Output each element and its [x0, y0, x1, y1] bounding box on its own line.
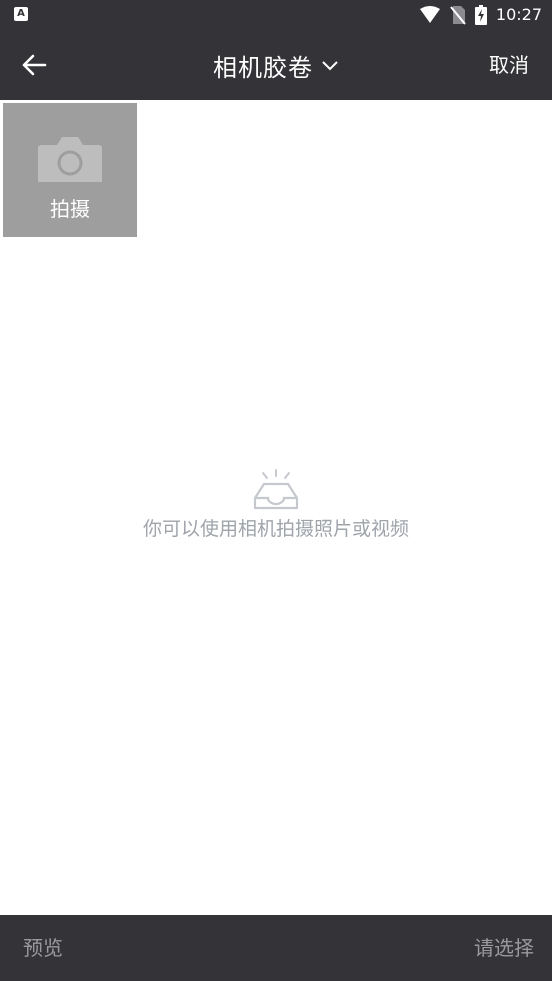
- empty-message: 你可以使用相机拍摄照片或视频: [142, 518, 409, 540]
- back-arrow-icon: [22, 54, 47, 76]
- select-button[interactable]: 请选择: [474, 935, 534, 961]
- empty-state: 你可以使用相机拍摄照片或视频: [0, 468, 552, 541]
- battery-charging-icon: [474, 5, 487, 25]
- capture-tile[interactable]: 拍摄: [3, 103, 137, 237]
- empty-tray-icon: [253, 469, 299, 510]
- cancel-button[interactable]: 取消: [489, 52, 529, 78]
- no-sim-icon: [450, 6, 466, 25]
- camera-icon: [38, 137, 102, 182]
- wifi-icon: [419, 6, 440, 23]
- capture-label: 拍摄: [50, 197, 90, 221]
- preview-button[interactable]: 预览: [23, 935, 63, 961]
- app-notification-icon: A: [14, 7, 28, 21]
- album-selector: 相机胶卷: [0, 30, 552, 100]
- back-button[interactable]: [16, 47, 52, 83]
- chevron-down-icon[interactable]: [321, 59, 339, 71]
- page-title[interactable]: 相机胶卷: [213, 48, 313, 83]
- status-icons: 10:27: [419, 4, 542, 26]
- title-bar: 相机胶卷 取消: [0, 30, 552, 100]
- bottom-bar: 预览 请选择: [0, 915, 552, 981]
- status-bar: A 10:27: [0, 0, 552, 30]
- clock: 10:27: [495, 5, 542, 24]
